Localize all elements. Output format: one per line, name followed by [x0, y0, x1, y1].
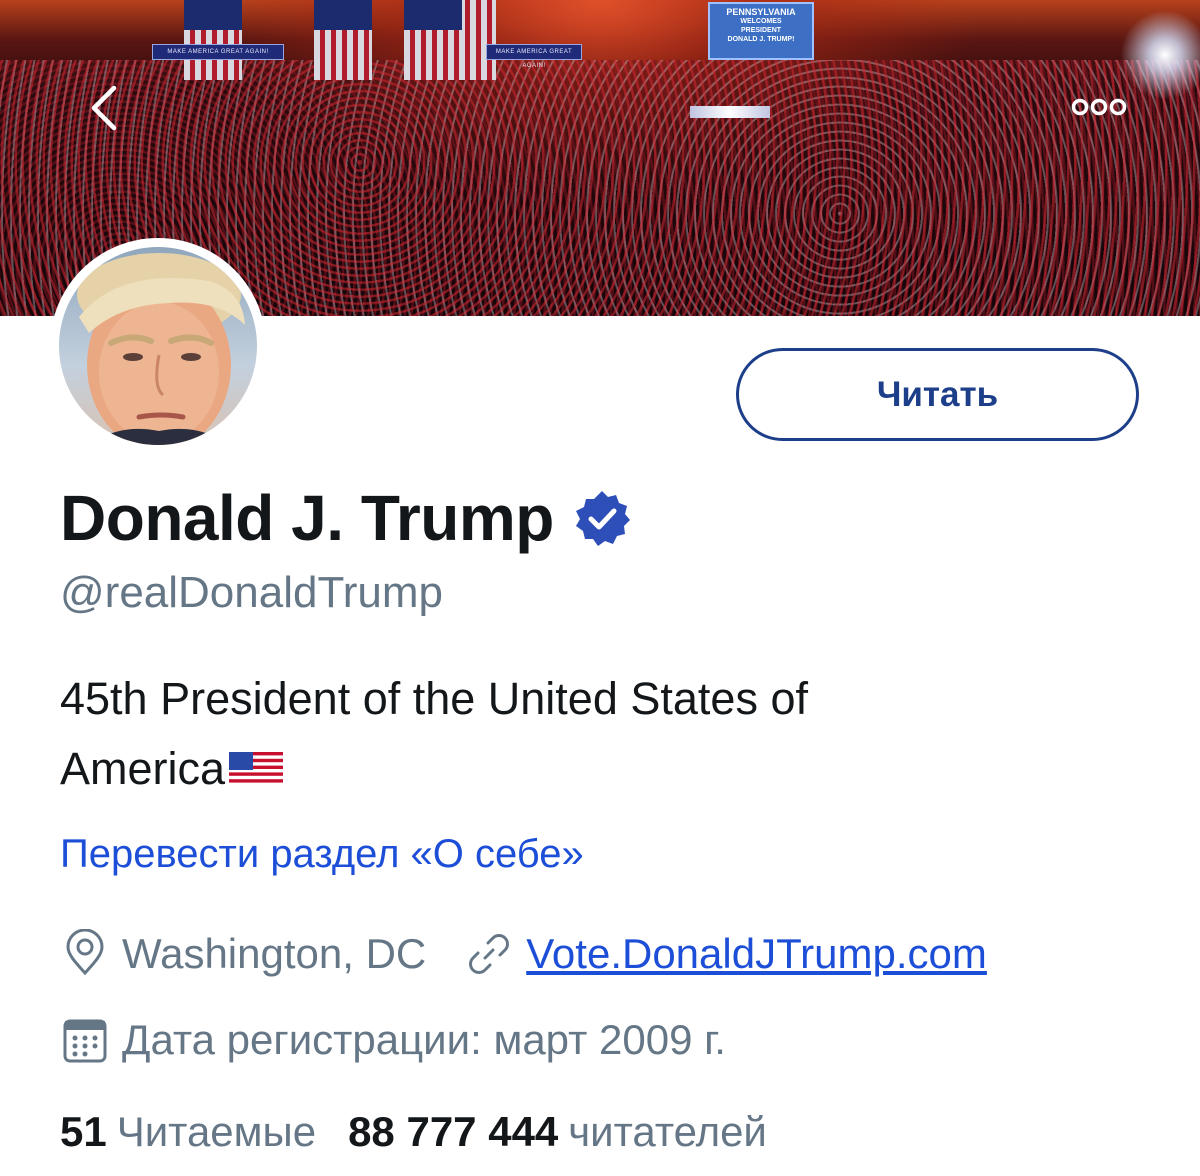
screen-line: DONALD J. TRUMP! [727, 36, 795, 43]
website-link[interactable]: Vote.DonaldJTrump.com [526, 930, 987, 978]
following-stat[interactable]: 51 Читаемые [60, 1108, 316, 1156]
chevron-left-icon [91, 85, 117, 131]
screen-line: PRESIDENT [740, 27, 782, 34]
profile-bio: 45th President of the United States of A… [60, 664, 1060, 804]
stage [690, 106, 770, 118]
spotlight [1120, 10, 1200, 100]
joined-row: Дата регистрации: март 2009 г. [60, 1008, 726, 1072]
rally-sign: MAKE AMERICA GREAT AGAIN! [152, 44, 284, 60]
flag-banner [314, 0, 372, 80]
follow-button[interactable]: Читать [736, 348, 1139, 441]
avatar-photo [59, 247, 257, 445]
following-label: Читаемые [116, 1108, 317, 1155]
rally-sign: MAKE AMERICA GREAT AGAIN! [486, 44, 582, 69]
name-row: Donald J. Trump [60, 478, 632, 558]
flag-banner [404, 0, 496, 80]
translate-bio-link[interactable]: Перевести раздел «О себе» [60, 832, 584, 877]
display-name: Donald J. Trump [60, 482, 554, 554]
back-button[interactable] [78, 80, 134, 136]
link-icon [469, 934, 510, 974]
more-options-button[interactable] [1066, 90, 1132, 124]
user-handle: @realDonaldTrump [60, 568, 443, 617]
profile-avatar[interactable] [50, 238, 266, 454]
screen-line: WELCOMES [740, 18, 782, 25]
bio-line: 45th President of the United States of [60, 673, 808, 724]
flag-banner [184, 0, 242, 80]
following-count: 51 [60, 1108, 107, 1155]
location-pin-icon [66, 929, 104, 976]
stats-row: 51 Читаемые 88 777 444 читателей [60, 1100, 767, 1164]
followers-count: 88 777 444 [348, 1108, 559, 1155]
followers-stat[interactable]: 88 777 444 читателей [348, 1108, 767, 1156]
joined-text: Дата регистрации: март 2009 г. [122, 1016, 726, 1063]
us-flag-icon [229, 752, 284, 786]
bio-line-2: America [60, 734, 1060, 804]
avatar-portrait [77, 253, 245, 445]
rally-screen: PENNSYLVANIA WELCOMES PRESIDENT DONALD J… [708, 2, 814, 60]
location-text: Washington, DC [122, 930, 427, 977]
calendar-icon [63, 1019, 107, 1063]
location-website-row: Washington, DC Vote.DonaldJTrump.com [60, 922, 987, 986]
screen-line: PENNSYLVANIA [726, 7, 796, 17]
bio-text: America [60, 743, 226, 794]
verified-badge-icon [575, 491, 630, 546]
more-options-icon [1071, 98, 1127, 116]
followers-label: читателей [568, 1108, 767, 1155]
